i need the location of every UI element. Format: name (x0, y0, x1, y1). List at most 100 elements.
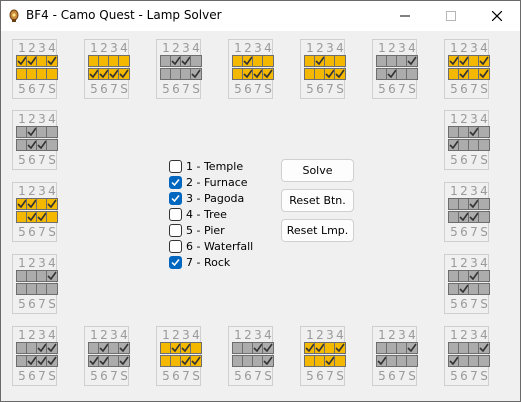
checkmark-icon (191, 69, 201, 79)
lamp-cell[interactable] (334, 68, 346, 80)
lamp-cell[interactable] (406, 68, 418, 80)
checkmark-icon (47, 343, 57, 353)
location-label: 1 - Temple (186, 160, 244, 173)
lamp-cell[interactable] (478, 55, 490, 67)
location-label: 2 - Furnace (186, 176, 248, 189)
lamp-cell[interactable] (334, 342, 346, 354)
minimize-button[interactable] (382, 1, 428, 31)
lamp-cell[interactable] (406, 342, 418, 354)
checkbox-check-icon (171, 179, 180, 187)
close-icon (492, 11, 502, 21)
lamp-cell[interactable] (478, 198, 490, 210)
lamp-cell[interactable] (46, 270, 58, 282)
checkmark-icon (119, 356, 129, 366)
checkbox-check-icon (171, 259, 180, 267)
solve-button[interactable]: Solve (281, 159, 354, 182)
lamp-cell[interactable] (46, 198, 58, 210)
location-checkbox[interactable] (169, 192, 182, 205)
lamp-cell[interactable] (190, 342, 202, 354)
lamp-number-label: 4 (192, 328, 200, 342)
lamp-cell[interactable] (478, 270, 490, 282)
lamp-panel: 1526374S (156, 39, 202, 99)
lamp-number-label: S (480, 82, 488, 96)
location-checkbox[interactable] (169, 256, 182, 269)
lamp-cell[interactable] (334, 355, 346, 367)
location-checkbox[interactable] (169, 160, 182, 173)
lamp-number-label: 4 (48, 112, 56, 126)
location-label: 7 - Rock (186, 256, 231, 269)
lamp-cell[interactable] (478, 68, 490, 80)
location-checkbox[interactable] (169, 240, 182, 253)
checkmark-icon (335, 69, 345, 79)
lamp-number-label: 4 (120, 328, 128, 342)
lamp-cell[interactable] (118, 68, 130, 80)
lamp-panel: 1526374S (300, 326, 346, 386)
lamp-cell[interactable] (46, 68, 58, 80)
lamp-cell[interactable] (262, 55, 274, 67)
checkmark-icon (47, 199, 57, 209)
lamp-panel: 1526374S (12, 39, 58, 99)
lamp-cell[interactable] (46, 55, 58, 67)
lamp-cell[interactable] (118, 342, 130, 354)
lamp-panel: 1526374S (444, 254, 490, 314)
lamp-cell[interactable] (46, 211, 58, 223)
lamp-panel: 1526374S (12, 326, 58, 386)
lamp-cell[interactable] (118, 55, 130, 67)
location-checkbox[interactable] (169, 224, 182, 237)
lamp-number-label: 4 (480, 256, 488, 270)
lamp-cell[interactable] (262, 68, 274, 80)
lamp-number-label: S (480, 297, 488, 311)
lamp-cell[interactable] (46, 355, 58, 367)
checkmark-icon (335, 343, 345, 353)
lamp-app-icon (9, 9, 19, 22)
lamp-cell[interactable] (262, 355, 274, 367)
lamp-number-label: S (336, 82, 344, 96)
lamp-number-label: 4 (480, 41, 488, 55)
lamp-cell[interactable] (190, 68, 202, 80)
lamp-cell[interactable] (190, 55, 202, 67)
checkmark-icon (479, 343, 489, 353)
lamp-number-label: 4 (48, 256, 56, 270)
location-checkbox[interactable] (169, 208, 182, 221)
lamp-number-label: 4 (48, 41, 56, 55)
lamp-cell[interactable] (478, 283, 490, 295)
lamp-number-label: S (408, 369, 416, 383)
reset-lamps-button[interactable]: Reset Lmp. (281, 219, 354, 242)
lamp-cell[interactable] (478, 211, 490, 223)
lamp-cell[interactable] (262, 342, 274, 354)
lamp-cell[interactable] (46, 283, 58, 295)
lamp-number-label: 4 (336, 328, 344, 342)
lamp-cell[interactable] (190, 355, 202, 367)
lamp-panel: 1526374S (444, 39, 490, 99)
lamp-cell[interactable] (46, 126, 58, 138)
lamp-cell[interactable] (118, 355, 130, 367)
lamp-number-label: S (264, 369, 272, 383)
lamp-cell[interactable] (406, 355, 418, 367)
lamp-number-label: S (192, 369, 200, 383)
lamp-panel: 1526374S (444, 326, 490, 386)
lamp-cell[interactable] (478, 342, 490, 354)
lamp-cell[interactable] (478, 126, 490, 138)
lamp-number-label: S (264, 82, 272, 96)
lamp-cell[interactable] (46, 342, 58, 354)
checkmark-icon (47, 56, 57, 66)
lamp-panel: 1526374S (12, 254, 58, 314)
lamp-cell[interactable] (334, 55, 346, 67)
lamp-cell[interactable] (478, 355, 490, 367)
lamp-cell[interactable] (406, 55, 418, 67)
lamp-cell[interactable] (478, 139, 490, 151)
maximize-icon (446, 11, 456, 21)
lamp-number-label: S (408, 82, 416, 96)
lamp-cell[interactable] (46, 139, 58, 151)
close-button[interactable] (474, 1, 520, 31)
minimize-icon (400, 15, 410, 17)
location-label: 4 - Tree (186, 208, 227, 221)
checkmark-icon (47, 356, 57, 366)
location-checkbox[interactable] (169, 176, 182, 189)
maximize-button[interactable] (428, 1, 474, 31)
lamp-panel: 1526374S (12, 110, 58, 170)
lamp-number-label: 4 (264, 41, 272, 55)
lamp-number-label: S (48, 82, 56, 96)
lamp-number-label: S (48, 153, 56, 167)
reset-buttons-button[interactable]: Reset Btn. (281, 189, 354, 212)
